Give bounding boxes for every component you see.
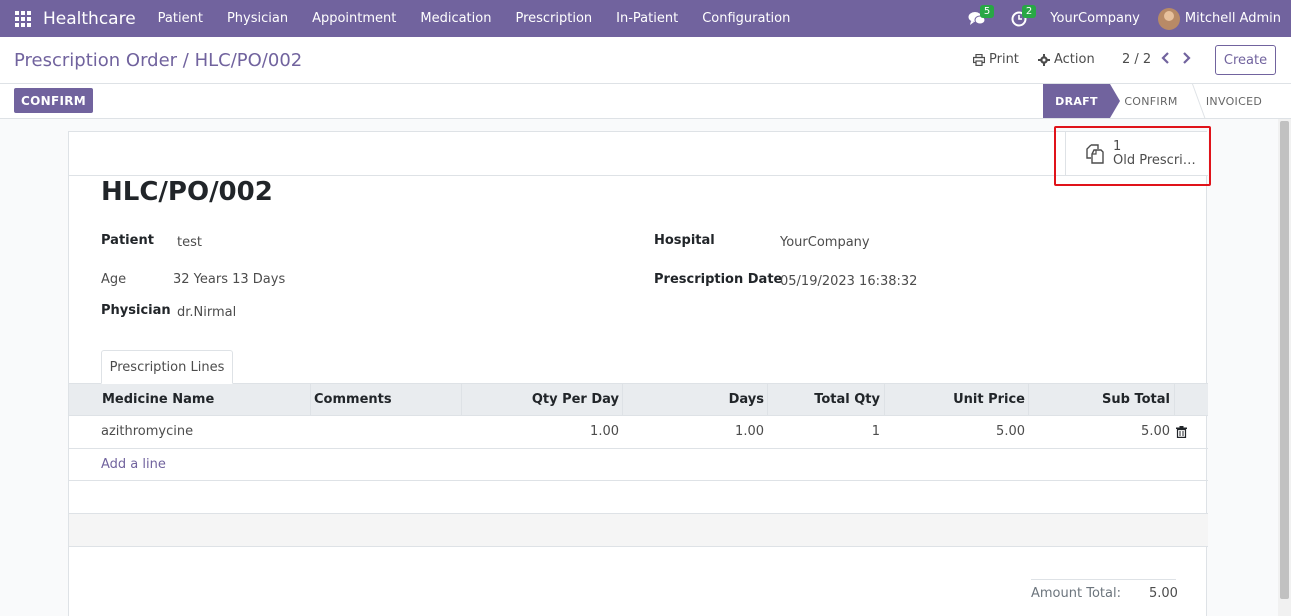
action-button[interactable]: Action (1038, 52, 1095, 67)
activities-button[interactable]: 2 (1008, 4, 1037, 30)
column-days[interactable]: Days (622, 384, 764, 416)
hospital-label: Hospital (654, 233, 715, 248)
patient-field[interactable]: test (177, 235, 202, 250)
breadcrumb[interactable]: Prescription Order / HLC/PO/002 (14, 50, 302, 71)
empty-row (69, 514, 1208, 547)
button-box-divider (69, 175, 1208, 176)
menu-patient[interactable]: Patient (146, 0, 215, 37)
cell-sub-total[interactable]: 5.00 (1028, 416, 1170, 448)
action-label: Action (1054, 52, 1095, 67)
confirm-button[interactable]: CONFIRM (14, 88, 93, 113)
trash-icon[interactable] (1176, 426, 1187, 442)
pager-value[interactable]: 2 / 2 (1122, 52, 1151, 67)
hospital-field[interactable]: YourCompany (780, 235, 870, 250)
prescription-date-label: Prescription Date (654, 272, 783, 287)
stage-draft[interactable]: DRAFT (1043, 84, 1120, 118)
table-header: Medicine Name Comments Qty Per Day Days … (69, 384, 1208, 416)
patient-label: Patient (101, 233, 154, 248)
physician-field[interactable]: dr.Nirmal (177, 305, 236, 320)
smart-button-label: Old Prescri… (1113, 153, 1196, 168)
prescription-date-field[interactable]: 05/19/2023 16:38:32 (780, 274, 917, 289)
messages-button[interactable]: 5 (966, 4, 995, 30)
app-brand[interactable]: Healthcare (43, 9, 136, 29)
gear-icon (1038, 53, 1050, 66)
cell-qty-per-day[interactable]: 1.00 (461, 416, 619, 448)
cell-medicine[interactable]: azithromycine (101, 416, 193, 448)
age-field: 32 Years 13 Days (173, 272, 286, 287)
cell-total-qty[interactable]: 1 (767, 416, 880, 448)
menu-physician[interactable]: Physician (215, 0, 300, 37)
stage-confirm[interactable]: CONFIRM (1113, 84, 1189, 118)
total-divider (1031, 579, 1176, 580)
cell-days[interactable]: 1.00 (622, 416, 764, 448)
menu-appointment[interactable]: Appointment (300, 0, 408, 37)
menu-in-patient[interactable]: In-Patient (604, 0, 690, 37)
column-comments[interactable]: Comments (314, 384, 392, 416)
table-row[interactable]: azithromycine 1.00 1.00 1 5.00 5.00 (69, 416, 1208, 449)
pager-previous-icon[interactable] (1160, 51, 1170, 69)
user-avatar[interactable] (1157, 7, 1180, 30)
vertical-scrollbar[interactable] (1278, 119, 1291, 616)
user-menu[interactable]: Mitchell Admin (1185, 11, 1281, 26)
print-button[interactable]: Print (973, 52, 1019, 67)
menu-prescription[interactable]: Prescription (503, 0, 604, 37)
messages-count-badge: 5 (979, 4, 995, 18)
age-label: Age (101, 272, 127, 287)
stage-invoiced[interactable]: INVOICED (1196, 84, 1272, 118)
column-unit-price[interactable]: Unit Price (884, 384, 1025, 416)
create-button[interactable]: Create (1215, 45, 1276, 75)
status-bar: CONFIRM DRAFT CONFIRM INVOICED (0, 84, 1291, 119)
record-title: HLC/PO/002 (101, 177, 273, 207)
column-separator (310, 384, 311, 416)
add-line-row: Add a line (69, 449, 1208, 481)
menu-medication[interactable]: Medication (408, 0, 503, 37)
menu-configuration[interactable]: Configuration (690, 0, 802, 37)
apps-menu-icon[interactable] (15, 10, 31, 27)
top-navbar: Healthcare Patient Physician Appointment… (0, 0, 1291, 37)
form-sheet: 1 Old Prescri… HLC/PO/002 Patient test A… (68, 131, 1208, 616)
cell-unit-price[interactable]: 5.00 (884, 416, 1025, 448)
print-icon (973, 53, 985, 66)
column-qty-per-day[interactable]: Qty Per Day (461, 384, 619, 416)
amount-total-label: Amount Total: (1031, 586, 1121, 601)
empty-row (69, 481, 1208, 514)
amount-total-value: 5.00 (1149, 586, 1178, 601)
smart-button-count: 1 (1113, 139, 1122, 154)
column-separator (1174, 384, 1175, 416)
copy-icon (1086, 144, 1104, 164)
company-switcher[interactable]: YourCompany (1050, 11, 1140, 26)
print-label: Print (989, 52, 1019, 67)
old-prescriptions-smart-button[interactable]: 1 Old Prescri… (1065, 132, 1208, 176)
tab-prescription-lines[interactable]: Prescription Lines (101, 350, 233, 384)
control-panel: Prescription Order / HLC/PO/002 Print Ac… (0, 37, 1291, 84)
column-sub-total[interactable]: Sub Total (1028, 384, 1170, 416)
add-line-link[interactable]: Add a line (101, 449, 166, 481)
column-total-qty[interactable]: Total Qty (767, 384, 880, 416)
pager-next-icon[interactable] (1182, 51, 1192, 69)
scrollbar-thumb[interactable] (1280, 121, 1289, 599)
column-medicine-name[interactable]: Medicine Name (102, 384, 214, 416)
activities-count-badge: 2 (1021, 4, 1037, 18)
physician-label: Physician (101, 303, 171, 318)
